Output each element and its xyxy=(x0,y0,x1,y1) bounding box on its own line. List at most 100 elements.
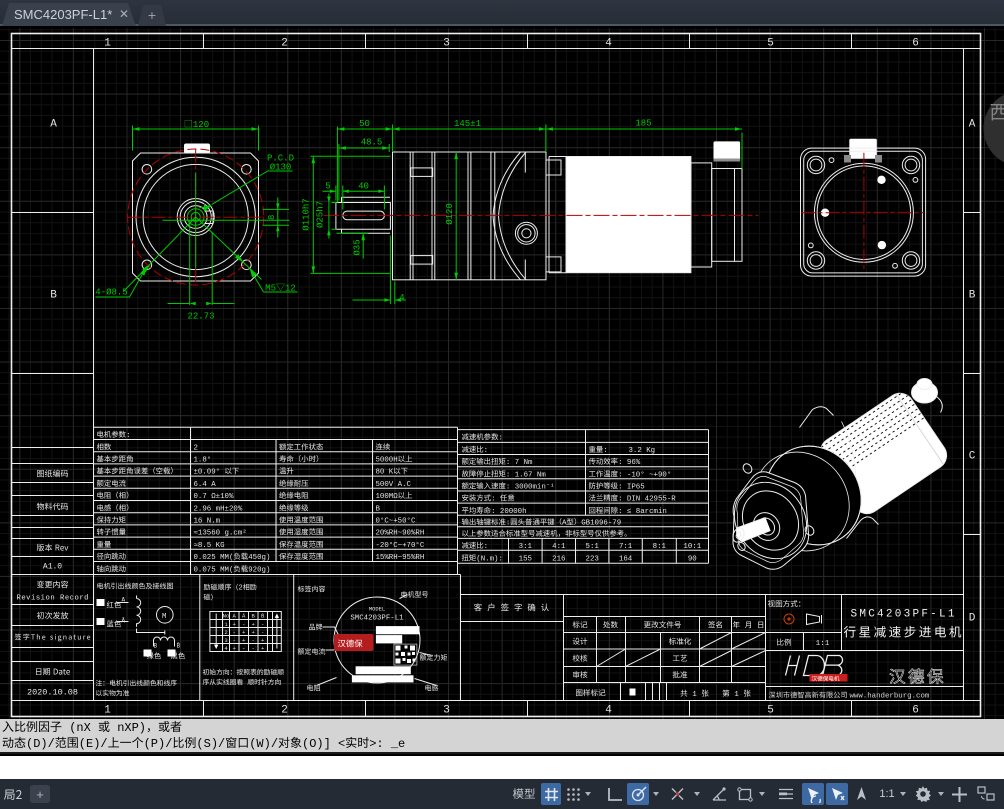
svg-text:-: - xyxy=(261,621,264,628)
svg-text:初始方向：按照表的励磁顺: 初始方向：按照表的励磁顺 xyxy=(203,669,285,678)
svg-text:Ø35: Ø35 xyxy=(353,239,363,255)
svg-text:2020.10.08: 2020.10.08 xyxy=(27,688,78,698)
svg-text:8: 8 xyxy=(267,215,277,220)
svg-text:使用湿度范围: 使用湿度范围 xyxy=(279,528,323,538)
svg-text:序从实线圈看 顺时针方向: 序从实线圈看 顺时针方向 xyxy=(203,679,282,688)
svg-text:7:1: 7:1 xyxy=(619,543,633,551)
svg-text:径向跳动: 径向跳动 xyxy=(97,552,127,562)
svg-text:标准化: 标准化 xyxy=(669,637,692,647)
svg-text:A1.0: A1.0 xyxy=(43,563,62,572)
svg-text:5: 5 xyxy=(767,38,774,50)
svg-text:No: No xyxy=(223,613,230,620)
svg-text:4-Ø8.5: 4-Ø8.5 xyxy=(95,288,127,298)
svg-text:50: 50 xyxy=(359,119,370,129)
svg-text:1.8°: 1.8° xyxy=(194,456,212,465)
svg-text:B: B xyxy=(50,290,57,302)
svg-text:以上参数适合标准型号减速机，非标型号仅供参考。: 以上参数适合标准型号减速机，非标型号仅供参考。 xyxy=(462,529,632,539)
svg-text:平均寿命: 20000h: 平均寿命: 20000h xyxy=(462,506,527,516)
svg-text:+: + xyxy=(252,629,256,636)
svg-text:-: - xyxy=(252,645,255,652)
svg-text:电机参数:: 电机参数: xyxy=(97,430,131,440)
svg-text:扭矩(N.m):: 扭矩(N.m): xyxy=(462,553,503,563)
svg-text:基本步距角误差（空载）: 基本步距角误差（空载） xyxy=(97,467,178,477)
svg-text:电阻（相）: 电阻（相） xyxy=(97,491,134,501)
svg-text:保存湿度范围: 保存湿度范围 xyxy=(279,552,323,562)
svg-text:0.075 MM(负载920g): 0.075 MM(负载920g) xyxy=(194,564,271,574)
svg-text:保持力矩: 保持力矩 xyxy=(97,516,127,526)
svg-text:B: B xyxy=(154,643,158,650)
svg-text:法兰精度: DIN 42955-R: 法兰精度: DIN 42955-R xyxy=(589,494,677,504)
svg-text:Ā: Ā xyxy=(242,613,246,620)
svg-text:B: B xyxy=(252,613,256,620)
svg-text:电阻: 电阻 xyxy=(307,685,321,694)
svg-text:图样标记: 图样标记 xyxy=(575,689,606,699)
svg-text:相数: 相数 xyxy=(97,442,112,452)
svg-text:A: A xyxy=(969,119,976,131)
svg-text:10:1: 10:1 xyxy=(683,543,701,551)
svg-text:安装方式: 任意: 安装方式: 任意 xyxy=(462,494,515,504)
svg-text:-: - xyxy=(242,645,245,652)
svg-text:4: 4 xyxy=(399,293,404,303)
svg-text:±0.09° 以下: ±0.09° 以下 xyxy=(194,468,240,477)
svg-text:图纸编码: 图纸编码 xyxy=(37,469,69,480)
svg-text:8:1: 8:1 xyxy=(653,543,667,551)
svg-text:6: 6 xyxy=(912,38,919,50)
svg-text:-: - xyxy=(233,637,236,644)
svg-text:校核: 校核 xyxy=(572,654,588,664)
svg-text:1: 1 xyxy=(224,621,228,628)
svg-text:≈13560 g.cm²: ≈13560 g.cm² xyxy=(194,529,247,538)
svg-text:电感（相）: 电感（相） xyxy=(97,503,134,513)
svg-text:90: 90 xyxy=(688,555,697,563)
svg-text:C: C xyxy=(969,451,976,463)
svg-text:处数: 处数 xyxy=(603,621,619,631)
svg-text:减速比:: 减速比: xyxy=(462,445,489,455)
svg-text:0.7 Ω±10%: 0.7 Ω±10% xyxy=(194,493,234,501)
svg-text:工艺: 工艺 xyxy=(672,654,688,664)
svg-text:4: 4 xyxy=(224,645,228,652)
svg-text:80 K以下: 80 K以下 xyxy=(376,468,409,477)
svg-text:2: 2 xyxy=(281,705,288,717)
svg-text:额定电流: 额定电流 xyxy=(97,479,127,489)
svg-text:温升: 温升 xyxy=(279,467,294,477)
svg-text:重量:: 重量: xyxy=(589,445,608,455)
svg-text:22.73: 22.73 xyxy=(187,312,214,322)
svg-text:3: 3 xyxy=(224,637,227,644)
svg-text:工作温度: -10° ~+90°: 工作温度: -10° ~+90° xyxy=(589,469,672,479)
svg-text:6: 6 xyxy=(912,705,919,717)
svg-text:+: + xyxy=(242,629,246,636)
svg-text:连续: 连续 xyxy=(376,442,391,452)
svg-text:签名: 签名 xyxy=(708,621,723,631)
svg-text:164: 164 xyxy=(619,555,633,563)
svg-text:0.025 MM(负载450g): 0.025 MM(负载450g) xyxy=(194,552,271,562)
svg-text:签字The signature: 签字The signature xyxy=(15,633,91,643)
svg-text:2: 2 xyxy=(281,38,288,50)
svg-text:-: - xyxy=(261,629,264,636)
svg-text:轴向跳动: 轴向跳动 xyxy=(97,564,127,574)
svg-text:5000H以上: 5000H以上 xyxy=(376,455,414,465)
svg-text:品牌: 品牌 xyxy=(309,624,323,633)
svg-text:500V A.C: 500V A.C xyxy=(376,481,412,489)
svg-text:5: 5 xyxy=(767,705,774,717)
svg-text:保存温度范围: 保存温度范围 xyxy=(279,540,323,550)
svg-text:D: D xyxy=(969,613,976,625)
svg-text:批准: 批准 xyxy=(672,671,688,681)
svg-text:励磁顺序（2相励: 励磁顺序（2相励 xyxy=(204,584,257,593)
svg-text:深圳市德智高新有限公司: 深圳市德智高新有限公司 xyxy=(769,691,848,701)
svg-text:-: - xyxy=(233,629,236,636)
svg-text:≈8.5 KG: ≈8.5 KG xyxy=(194,542,225,550)
svg-text:西: 西 xyxy=(990,98,1004,125)
svg-text:客 户 签 字 确 认: 客 户 签 字 确 认 xyxy=(474,603,550,614)
svg-text:额定输入速度: 3000min⁻¹: 额定输入速度: 3000min⁻¹ xyxy=(462,482,555,492)
svg-text:Ø120: Ø120 xyxy=(445,203,455,225)
svg-text:+: + xyxy=(233,645,237,652)
svg-text:输出轴键标准:圆头普通平键（A型）GB1096-79: 输出轴键标准:圆头普通平键（A型）GB1096-79 xyxy=(462,518,622,528)
svg-text:+: + xyxy=(252,621,256,628)
svg-text:3: 3 xyxy=(443,38,450,50)
svg-text:-20°C~+70°C: -20°C~+70°C xyxy=(376,541,425,550)
svg-text:额定力矩: 额定力矩 xyxy=(420,654,448,663)
svg-text:Revision Record: Revision Record xyxy=(17,595,89,603)
svg-text:比例: 比例 xyxy=(776,637,792,648)
svg-text:以实物为准: 以实物为准 xyxy=(96,690,130,699)
svg-text:3.2 Kg: 3.2 Kg xyxy=(629,447,656,455)
svg-text:223: 223 xyxy=(586,555,599,563)
